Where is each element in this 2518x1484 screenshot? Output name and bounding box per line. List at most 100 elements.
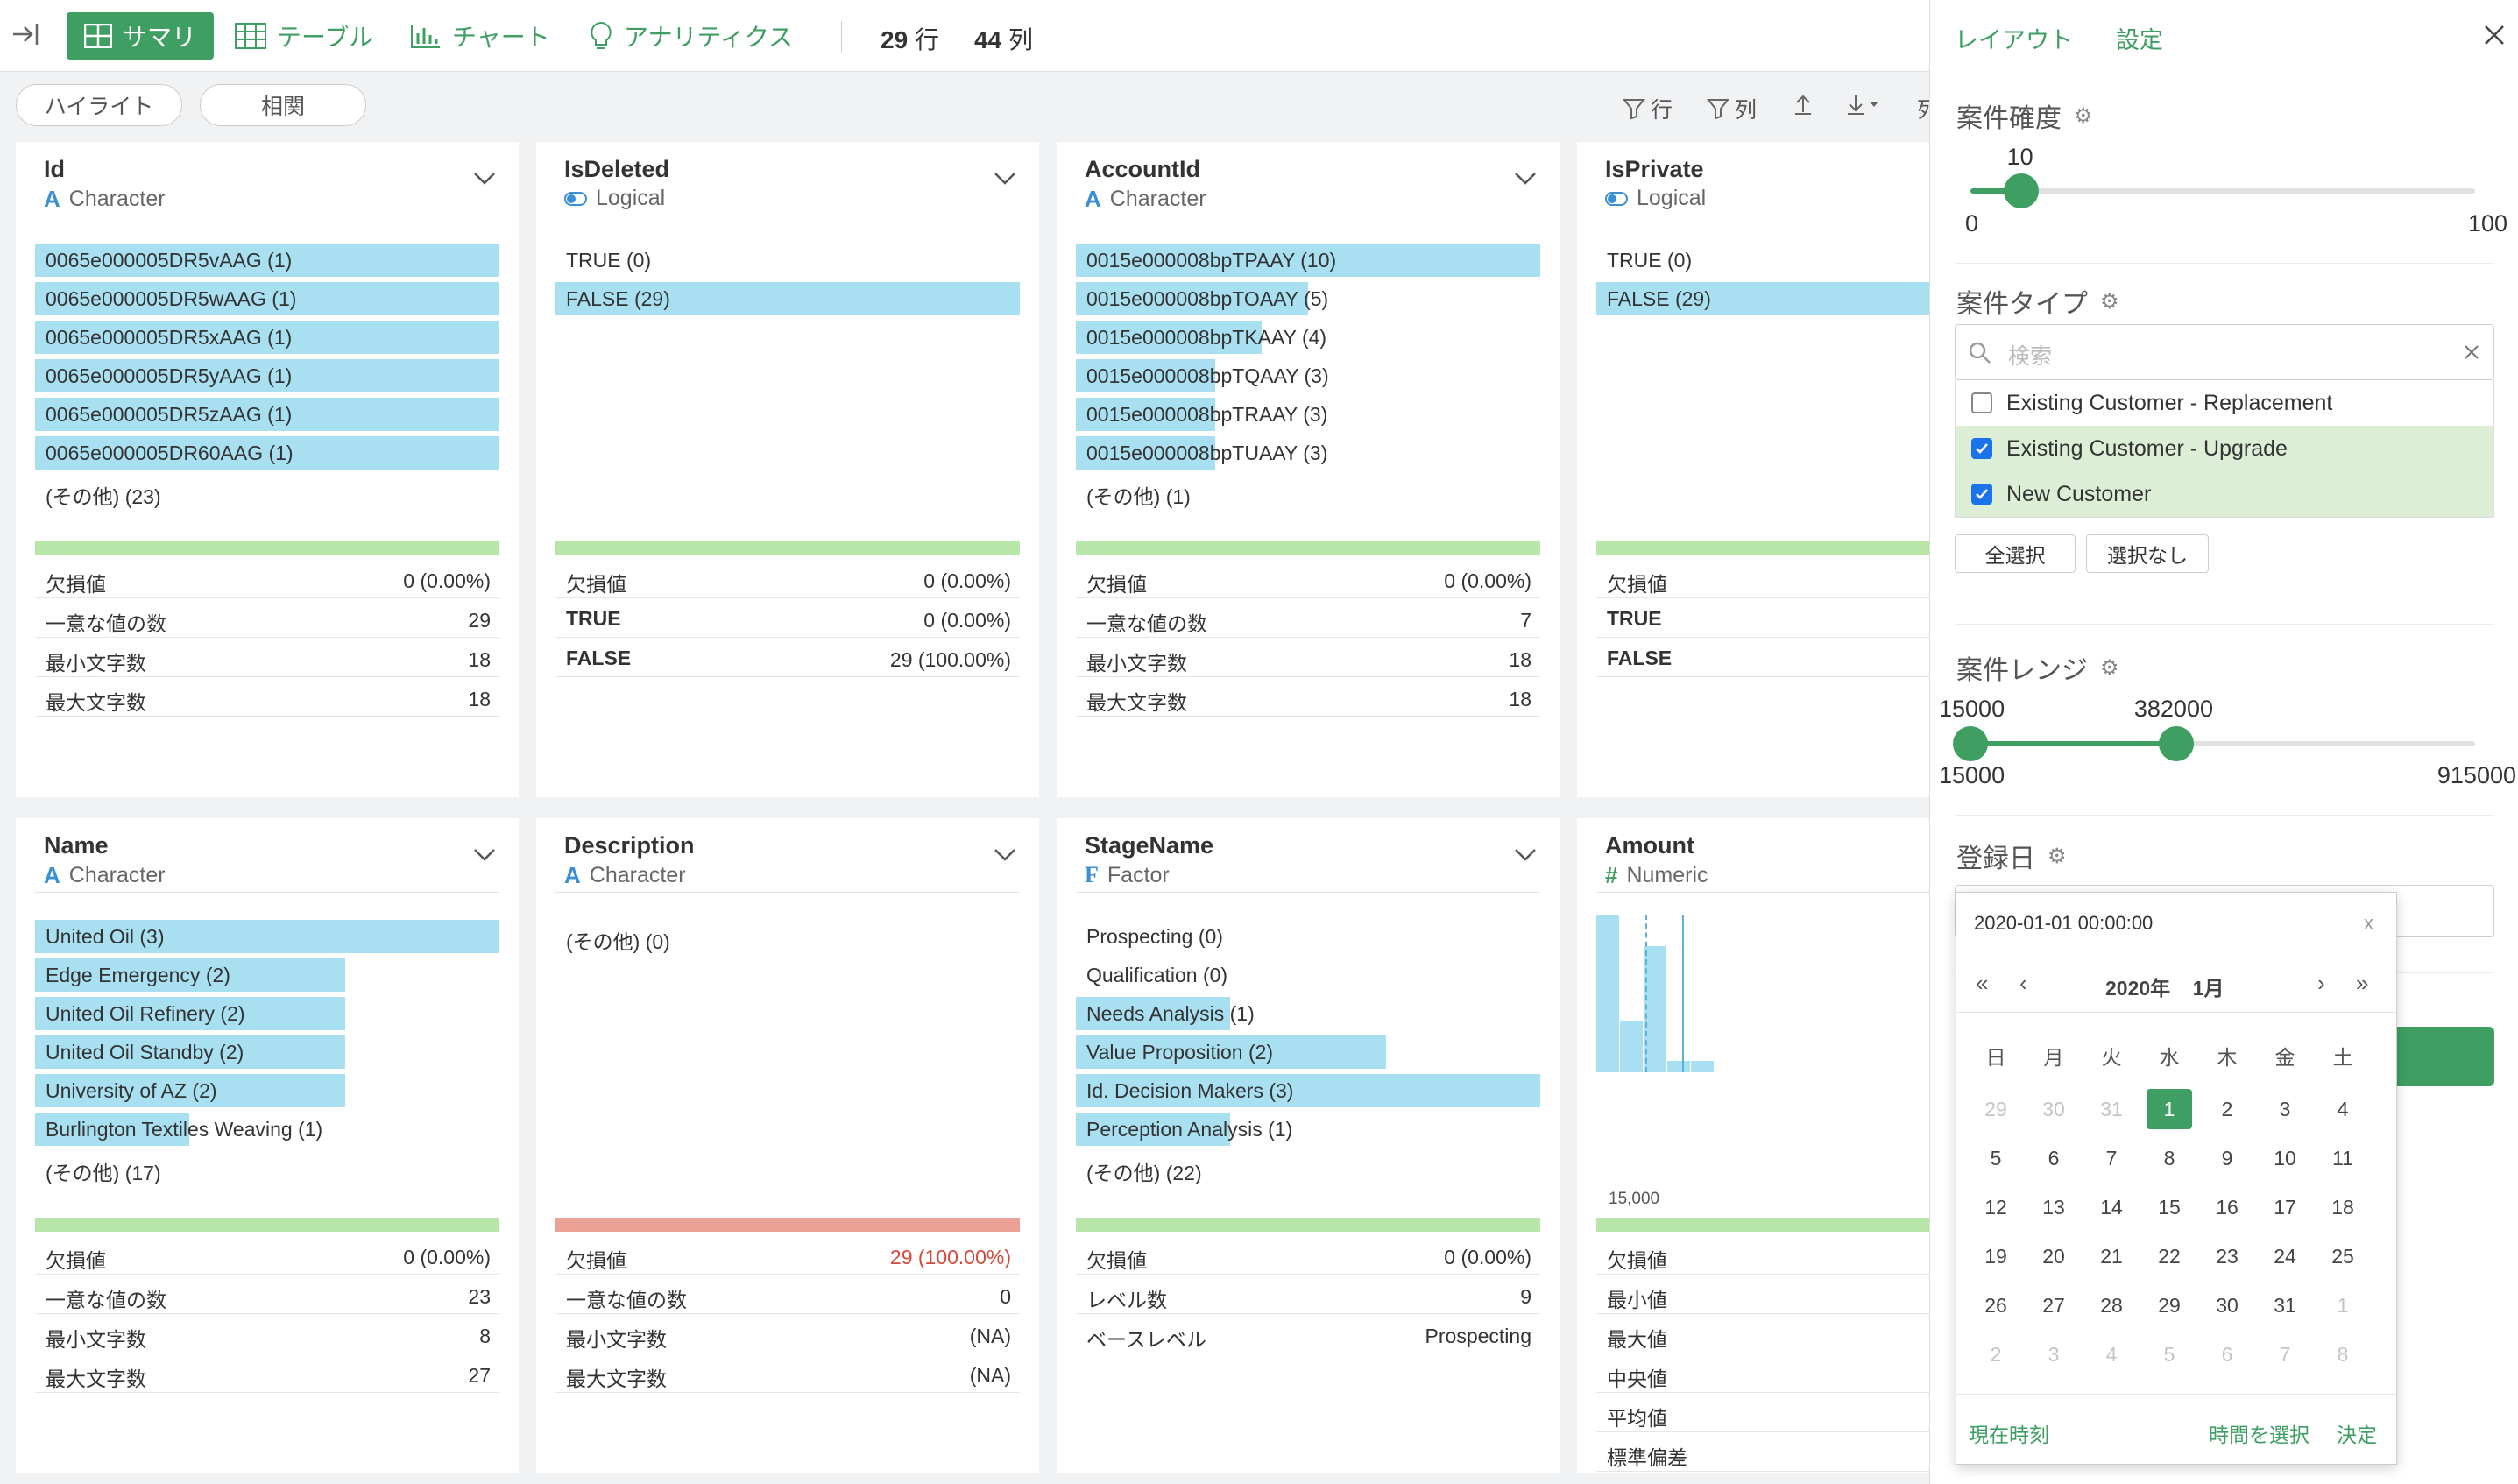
calendar-day[interactable]: 20 [2031,1236,2076,1276]
close-icon[interactable] [2484,25,2505,46]
value-bar[interactable]: 0015e000008bpTQAAY (3) [1076,356,1540,394]
gear-icon[interactable]: ⚙ [2100,289,2119,314]
calendar-day[interactable]: 7 [2089,1138,2134,1178]
value-bar[interactable]: 0015e000008bpTUAAY (3) [1076,433,1540,471]
clear-date-button[interactable]: x [2364,912,2373,935]
value-bar[interactable]: 0065e000005DR5yAAG (1) [35,356,499,394]
value-bar[interactable]: 0065e000005DR5wAAG (1) [35,279,499,317]
tab-table[interactable]: テーブル [235,12,373,60]
value-bar[interactable]: 0065e000005DR5vAAG (1) [35,240,499,279]
prev-month-icon[interactable]: ‹ [2019,970,2027,997]
download-dropdown-icon[interactable] [1845,93,1884,116]
calendar-day[interactable]: 3 [2262,1089,2308,1129]
gear-icon[interactable]: ⚙ [2048,844,2067,869]
histogram-bar[interactable] [1596,915,1619,1072]
option-upgrade[interactable]: Existing Customer - Upgrade [1956,426,2493,471]
calendar-day[interactable]: 30 [2204,1285,2250,1325]
chevron-down-icon[interactable] [1514,172,1537,186]
value-bar[interactable]: 0015e000008bpTRAAY (3) [1076,394,1540,433]
calendar-day[interactable]: 23 [2204,1236,2250,1276]
value-bar[interactable]: Qualification (0) [1076,955,1540,993]
select-time-button[interactable]: 時間を選択 [2209,1418,2309,1448]
value-bar[interactable]: FALSE (29) [1596,279,1929,317]
calendar-day[interactable]: 4 [2320,1089,2366,1129]
value-bar[interactable]: University of AZ (2) [35,1071,499,1109]
calendar-day[interactable]: 3 [2031,1334,2076,1374]
tab-analytics[interactable]: アナリティクス [589,12,793,60]
checkbox-checked[interactable] [1971,438,1992,459]
calendar-day[interactable]: 27 [2031,1285,2076,1325]
value-bar[interactable]: Needs Analysis (1) [1076,993,1540,1032]
calendar-day[interactable]: 1 [2320,1285,2366,1325]
value-bar[interactable]: Id. Decision Makers (3) [1076,1071,1540,1109]
value-bar[interactable]: TRUE (0) [1596,240,1929,279]
chevron-down-icon[interactable] [994,172,1016,186]
histogram-bar[interactable] [1691,1061,1714,1072]
value-bar[interactable]: Edge Emergency (2) [35,955,499,993]
value-bar[interactable]: United Oil (3) [35,916,499,955]
calendar-day[interactable]: 18 [2320,1187,2366,1227]
now-button[interactable]: 現在時刻 [1969,1418,2049,1448]
calendar-day[interactable]: 8 [2147,1138,2192,1178]
value-bar[interactable]: 0065e000005DR5zAAG (1) [35,394,499,433]
select-all-button[interactable]: 全選択 [1955,534,2076,573]
calendar-day[interactable]: 17 [2262,1187,2308,1227]
checkbox[interactable] [1971,392,1992,413]
calendar-day[interactable]: 2 [2204,1089,2250,1129]
calendar-day[interactable]: 29 [2147,1285,2192,1325]
calendar-day[interactable]: 6 [2031,1138,2076,1178]
value-bar[interactable]: 0015e000008bpTPAAY (10) [1076,240,1540,279]
calendar-day[interactable]: 9 [2204,1138,2250,1178]
option-replacement[interactable]: Existing Customer - Replacement [1956,380,2493,426]
calendar-day[interactable]: 21 [2089,1236,2134,1276]
calendar-day[interactable]: 11 [2320,1138,2366,1178]
value-bar[interactable]: Prospecting (0) [1076,916,1540,955]
next-month-icon[interactable]: › [2317,970,2325,997]
calendar-day[interactable]: 28 [2089,1285,2134,1325]
filter-cols-button[interactable]: 列 [1707,93,1757,124]
calendar-day[interactable]: 8 [2320,1334,2366,1374]
calendar-day[interactable]: 4 [2089,1334,2134,1374]
calendar-day[interactable]: 13 [2031,1187,2076,1227]
calendar-day[interactable]: 31 [2262,1285,2308,1325]
filter-rows-button[interactable]: 行 [1623,93,1673,124]
histogram-bar[interactable] [1667,1061,1690,1072]
chevron-down-icon[interactable] [473,848,496,862]
tab-settings[interactable]: 設定 [2116,21,2163,55]
value-bar[interactable]: Value Proposition (2) [1076,1032,1540,1071]
prev-year-icon[interactable]: « [1976,970,1988,997]
calendar-day[interactable]: 29 [1973,1089,2019,1129]
next-year-icon[interactable]: » [2356,970,2368,997]
calendar-day[interactable]: 25 [2320,1236,2366,1276]
value-bar[interactable]: FALSE (29) [555,279,1020,317]
calendar-day[interactable]: 5 [2147,1334,2192,1374]
checkbox-checked[interactable] [1971,484,1992,505]
value-bar[interactable]: 0065e000005DR5xAAG (1) [35,317,499,356]
calendar-day[interactable]: 16 [2204,1187,2250,1227]
value-bar[interactable]: 0015e000008bpTOAAY (5) [1076,279,1540,317]
date-value[interactable]: 2020-01-01 00:00:00 [1974,912,2153,935]
slider-handle-high[interactable] [2158,726,2194,761]
calendar-day[interactable]: 26 [1973,1285,2019,1325]
tab-summary[interactable]: サマリ [67,12,215,60]
calendar-day[interactable]: 5 [1973,1138,2019,1178]
upload-icon[interactable] [1793,93,1814,116]
year-month-label[interactable]: 2020年 1月 [2105,972,2224,1001]
histogram[interactable] [1596,915,1929,1072]
calendar-day[interactable]: 2 [1973,1334,2019,1374]
slider-handle[interactable] [2003,173,2039,208]
calendar-day-selected[interactable]: 1 [2147,1089,2192,1129]
highlight-button[interactable]: ハイライト [16,84,182,126]
gear-icon[interactable]: ⚙ [2100,655,2119,681]
calendar-day[interactable]: 15 [2147,1187,2192,1227]
value-bar[interactable]: United Oil Standby (2) [35,1032,499,1071]
select-none-button[interactable]: 選択なし [2086,534,2209,573]
collapse-icon[interactable] [11,19,40,49]
correlation-button[interactable]: 相関 [200,84,366,126]
calendar-day[interactable]: 10 [2262,1138,2308,1178]
calendar-day[interactable]: 7 [2262,1334,2308,1374]
value-bar[interactable]: TRUE (0) [555,240,1020,279]
tab-layout[interactable]: レイアウト [1955,21,2073,55]
value-bar[interactable]: Perception Analysis (1) [1076,1109,1540,1148]
calendar-day[interactable]: 22 [2147,1236,2192,1276]
